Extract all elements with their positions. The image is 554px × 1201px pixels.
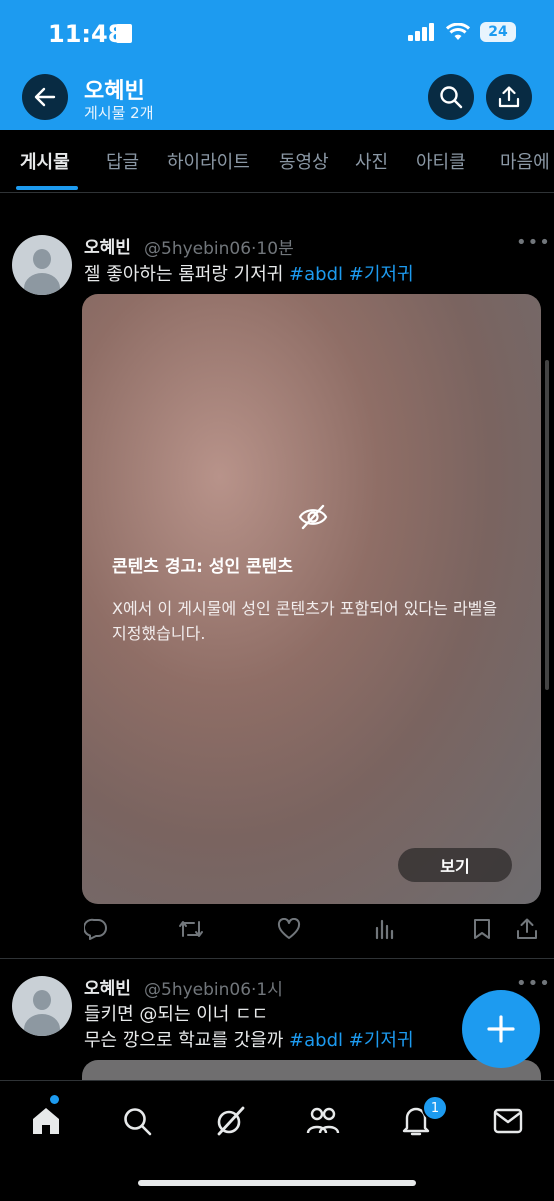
- mail-icon: [493, 1108, 523, 1134]
- back-arrow-icon: [34, 87, 56, 107]
- hashtag-link[interactable]: #기저귀: [349, 1030, 414, 1051]
- post-author-name[interactable]: 오혜빈: [84, 974, 131, 999]
- grok-icon: [217, 1106, 245, 1136]
- tab-videos[interactable]: 동영상: [279, 148, 329, 174]
- share-icon: [517, 918, 537, 939]
- post-author-name[interactable]: 오혜빈: [84, 233, 131, 258]
- share-icon: [498, 86, 520, 108]
- post-divider: [0, 958, 554, 959]
- more-options-icon[interactable]: •••: [516, 232, 551, 253]
- tab-posts[interactable]: 게시물: [20, 148, 70, 174]
- signal-icon: [408, 23, 434, 41]
- share-button[interactable]: [486, 74, 532, 120]
- like-button[interactable]: [276, 916, 302, 942]
- home-icon: [33, 1108, 59, 1134]
- page-title: 오혜빈: [84, 79, 145, 104]
- post-body-line1: 들키면 @되는 이너 ㄷㄷ: [84, 1004, 269, 1025]
- home-indicator: [138, 1180, 416, 1186]
- scrollbar[interactable]: [545, 360, 549, 690]
- tab-highlights[interactable]: 하이라이트: [167, 148, 250, 174]
- status-right: 24: [408, 22, 516, 42]
- share-post-button[interactable]: [514, 916, 540, 942]
- search-button[interactable]: [428, 74, 474, 120]
- post-count: 게시물 2개: [84, 104, 154, 122]
- nav-home[interactable]: [26, 1101, 66, 1141]
- post-body: 젤 좋아하는 롬퍼랑 기저귀: [84, 264, 290, 285]
- status-bar: 11:48 24: [0, 0, 554, 66]
- eye-off-icon: [298, 504, 328, 530]
- tab-articles[interactable]: 아티클: [416, 148, 466, 174]
- tab-replies[interactable]: 답글: [106, 148, 139, 174]
- retweet-icon: [179, 921, 203, 937]
- hashtag-link[interactable]: #기저귀: [349, 264, 414, 285]
- post-text: 무슨 깡으로 학교를 갓을까 #abdl #기저귀: [84, 1026, 414, 1052]
- post-time: ·10분: [251, 239, 294, 259]
- post-handle-text[interactable]: @5hyebin06: [144, 239, 251, 259]
- wifi-icon: [446, 23, 470, 40]
- nav-search[interactable]: [117, 1101, 157, 1141]
- view-button[interactable]: 보기: [398, 848, 512, 882]
- hashtag-link[interactable]: #abdl: [289, 1030, 343, 1051]
- home-unread-dot: [50, 1095, 59, 1104]
- tab-photos[interactable]: 사진: [355, 148, 388, 174]
- search-icon: [440, 86, 463, 109]
- active-tab-indicator: [16, 186, 78, 190]
- back-button[interactable]: [22, 74, 68, 120]
- compose-button[interactable]: [462, 990, 540, 1068]
- views-button[interactable]: [372, 916, 398, 942]
- battery-indicator: 24: [480, 22, 516, 42]
- plus-icon: [487, 1015, 515, 1043]
- nav-communities[interactable]: [303, 1101, 343, 1141]
- post-handle: @5hyebin06·1시: [144, 975, 283, 1000]
- hashtag-link[interactable]: #abdl: [289, 264, 343, 285]
- profile-tabs: 게시물 답글 하이라이트 동영상 사진 아티클 마음에: [0, 130, 554, 193]
- status-time: 11:48: [48, 20, 125, 48]
- retweet-button[interactable]: [178, 916, 204, 942]
- communities-icon: [306, 1107, 340, 1134]
- post-handle-text[interactable]: @5hyebin06: [144, 980, 251, 1000]
- avatar[interactable]: [12, 235, 72, 295]
- profile-header: 오혜빈 게시물 2개: [0, 66, 554, 130]
- nav-messages[interactable]: [488, 1101, 528, 1141]
- tab-likes[interactable]: 마음에: [500, 148, 550, 174]
- book-icon: [116, 24, 132, 43]
- post-text: 젤 좋아하는 롬퍼랑 기저귀 #abdl #기저귀: [84, 260, 414, 286]
- search-icon: [124, 1108, 152, 1136]
- more-options-icon[interactable]: •••: [516, 973, 551, 994]
- notification-badge: 1: [422, 1095, 448, 1121]
- sensitive-media[interactable]: 콘텐츠 경고: 성인 콘텐츠 X에서 이 게시물에 성인 콘텐츠가 포함되어 있…: [82, 294, 541, 904]
- nav-grok[interactable]: [210, 1101, 250, 1141]
- bookmark-button[interactable]: [469, 916, 495, 942]
- bookmark-icon: [474, 919, 490, 939]
- content-warning-title: 콘텐츠 경고: 성인 콘텐츠: [112, 557, 293, 577]
- avatar[interactable]: [12, 976, 72, 1036]
- post-handle: @5hyebin06·10분: [144, 234, 294, 259]
- like-icon: [277, 918, 301, 939]
- content-warning-body: X에서 이 게시물에 성인 콘텐츠가 포함되어 있다는 라벨을 지정했습니다.: [112, 599, 498, 643]
- reply-icon: [84, 918, 107, 940]
- reply-button[interactable]: [83, 916, 109, 942]
- post-body-line2: 무슨 깡으로 학교를 갓을까: [84, 1030, 290, 1051]
- post-time: ·1시: [251, 980, 283, 1000]
- views-icon: [375, 919, 394, 940]
